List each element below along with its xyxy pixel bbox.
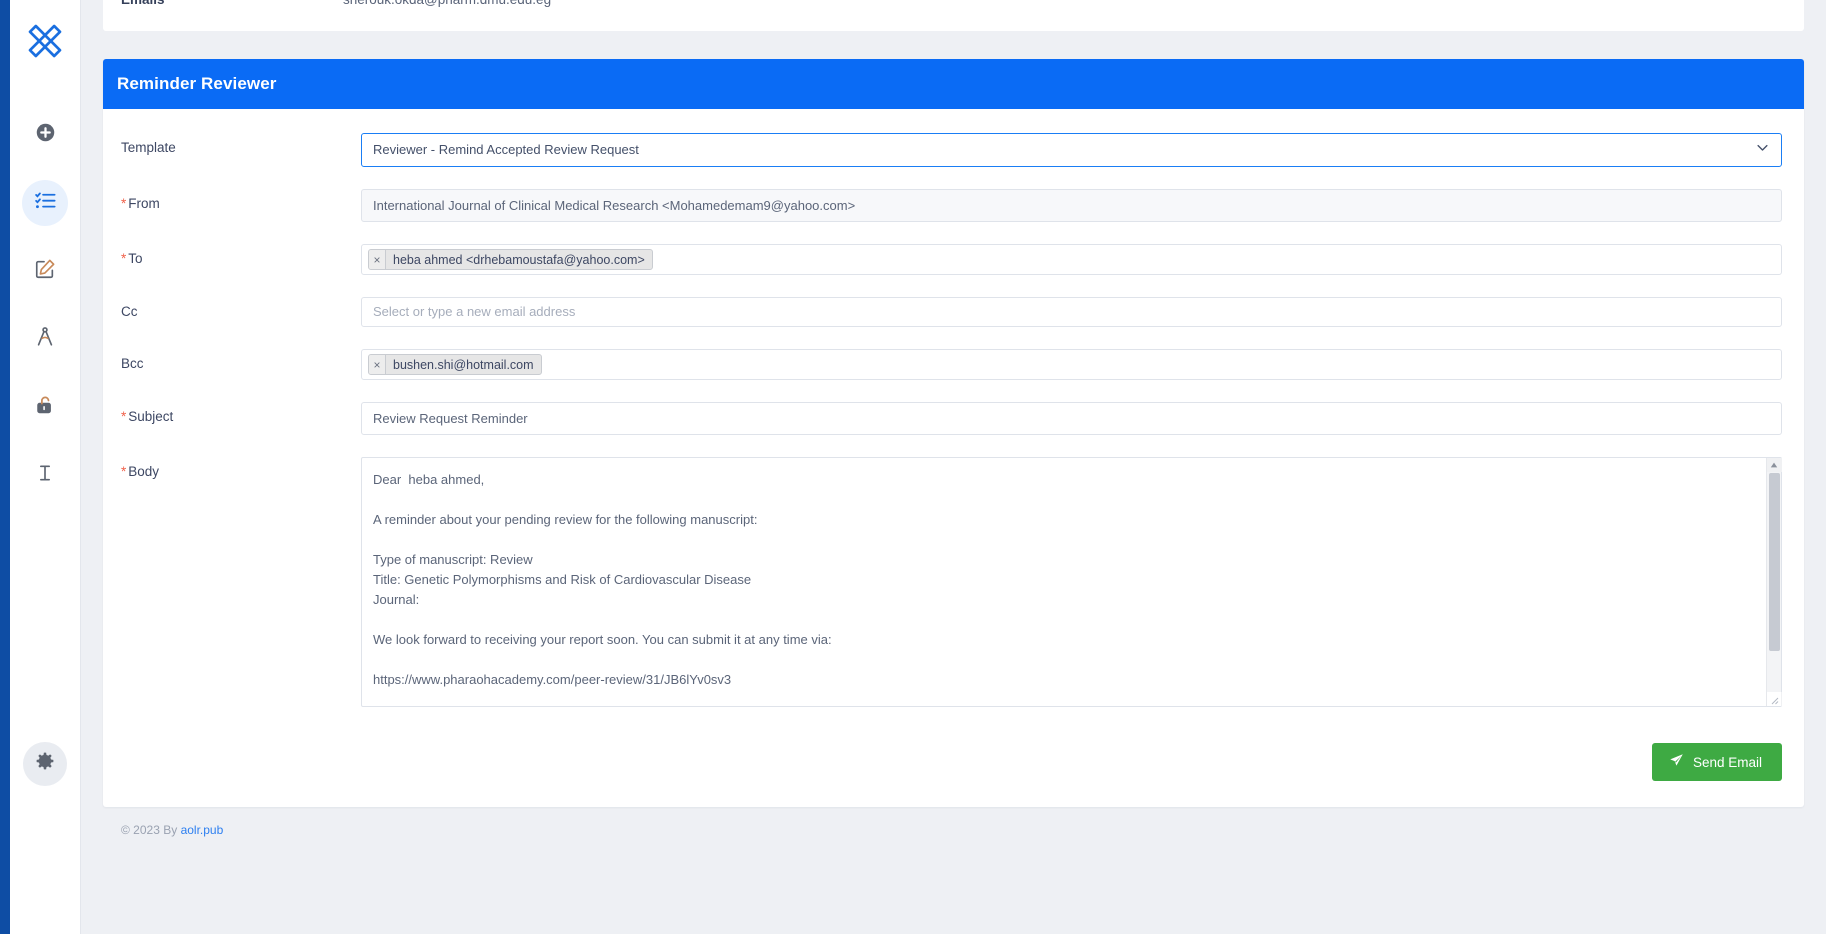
checklist-icon: [34, 189, 57, 217]
plus-circle-icon: [35, 122, 56, 148]
from-row: *From International Journal of Clinical …: [103, 189, 1804, 222]
scroll-up-arrow-icon[interactable]: [1767, 458, 1782, 472]
cc-control: Select or type a new email address: [361, 297, 1782, 327]
gear-icon: [34, 751, 56, 778]
form-actions: Send Email: [103, 729, 1804, 807]
sidebar-item-settings[interactable]: [23, 742, 67, 786]
body-textarea[interactable]: Dear heba ahmed, A reminder about your p…: [361, 457, 1782, 707]
template-control: Reviewer - Remind Accepted Review Reques…: [361, 133, 1782, 167]
to-control: × heba ahmed <drhebamoustafa@yahoo.com>: [361, 244, 1782, 275]
subject-control: Review Request Reminder: [361, 402, 1782, 435]
from-control: International Journal of Clinical Medica…: [361, 189, 1782, 222]
from-label-text: From: [128, 196, 160, 211]
manuscript-meta-card: Authors sherouk okda Emails sherouk.okda…: [103, 0, 1804, 31]
sidebar-item-tasks[interactable]: [22, 180, 68, 226]
scrollbar-thumb[interactable]: [1769, 473, 1780, 651]
sidebar-item-unlock[interactable]: [22, 384, 68, 430]
template-label: Template: [103, 133, 361, 155]
cc-row: Cc Select or type a new email address: [103, 297, 1804, 327]
from-label: *From: [103, 189, 361, 211]
subject-input[interactable]: Review Request Reminder: [361, 402, 1782, 435]
send-email-button[interactable]: Send Email: [1652, 743, 1782, 781]
email-tag: × bushen.shi@hotmail.com: [368, 354, 542, 375]
app-window: Authors sherouk okda Emails sherouk.okda…: [0, 0, 1826, 934]
unlock-icon: [34, 394, 56, 421]
main-content: Authors sherouk okda Emails sherouk.okda…: [81, 0, 1826, 934]
footer-link[interactable]: aolr.pub: [181, 823, 224, 837]
sidebar: [10, 0, 81, 934]
panel-title: Reminder Reviewer: [103, 59, 1804, 109]
cc-label: Cc: [103, 297, 361, 319]
from-input[interactable]: International Journal of Clinical Medica…: [361, 189, 1782, 222]
sidebar-item-edit[interactable]: [22, 248, 68, 294]
sidebar-item-compass[interactable]: [22, 316, 68, 362]
emails-label: Emails: [103, 0, 343, 7]
remove-tag-icon[interactable]: ×: [369, 355, 386, 374]
required-marker: *: [121, 464, 126, 479]
remove-tag-icon[interactable]: ×: [369, 250, 386, 269]
reminder-reviewer-panel: Reminder Reviewer Template Reviewer - Re…: [103, 59, 1804, 807]
to-label: *To: [103, 244, 361, 266]
required-marker: *: [121, 196, 126, 211]
to-label-text: To: [128, 251, 142, 266]
email-tag-label: heba ahmed <drhebamoustafa@yahoo.com>: [386, 250, 652, 269]
textarea-resize-handle[interactable]: [1767, 692, 1781, 706]
template-select[interactable]: Reviewer - Remind Accepted Review Reques…: [361, 133, 1782, 167]
subject-row: *Subject Review Request Reminder: [103, 402, 1804, 435]
emails-row: Emails sherouk.okda@pharm.dmu.edu.eg: [103, 0, 1804, 9]
body-label: *Body: [103, 457, 361, 479]
to-row: *To × heba ahmed <drhebamoustafa@yahoo.c…: [103, 244, 1804, 275]
cc-input[interactable]: Select or type a new email address: [361, 297, 1782, 327]
body-row: *Body Dear heba ahmed, A reminder about …: [103, 457, 1804, 707]
crossed-pencil-ruler-logo[interactable]: [22, 18, 68, 64]
edit-square-icon: [34, 258, 56, 285]
sidebar-item-add[interactable]: [22, 112, 68, 158]
required-marker: *: [121, 251, 126, 266]
required-marker: *: [121, 409, 126, 424]
body-control: Dear heba ahmed, A reminder about your p…: [361, 457, 1782, 707]
to-input[interactable]: × heba ahmed <drhebamoustafa@yahoo.com>: [361, 244, 1782, 275]
email-tag: × heba ahmed <drhebamoustafa@yahoo.com>: [368, 249, 653, 270]
bcc-input[interactable]: × bushen.shi@hotmail.com: [361, 349, 1782, 380]
bcc-row: Bcc × bushen.shi@hotmail.com: [103, 349, 1804, 380]
template-row: Template Reviewer - Remind Accepted Revi…: [103, 133, 1804, 167]
footer: © 2023 By aolr.pub: [103, 807, 1804, 837]
emails-value: sherouk.okda@pharm.dmu.edu.eg: [343, 0, 551, 7]
compass-icon: [34, 326, 56, 353]
subject-label-text: Subject: [128, 409, 173, 424]
body-scrollbar[interactable]: [1766, 458, 1781, 706]
email-tag-label: bushen.shi@hotmail.com: [386, 355, 541, 374]
bcc-control: × bushen.shi@hotmail.com: [361, 349, 1782, 380]
rail-accent-bar: [0, 0, 10, 934]
text-cursor-icon: [35, 463, 55, 488]
bcc-label: Bcc: [103, 349, 361, 371]
sidebar-item-text[interactable]: [22, 452, 68, 498]
reminder-form: Template Reviewer - Remind Accepted Revi…: [103, 109, 1804, 807]
footer-copyright: © 2023 By: [121, 823, 177, 837]
subject-label: *Subject: [103, 402, 361, 424]
body-label-text: Body: [128, 464, 159, 479]
send-email-label: Send Email: [1693, 755, 1762, 770]
paper-plane-icon: [1669, 753, 1684, 771]
sidebar-items: [22, 112, 68, 498]
